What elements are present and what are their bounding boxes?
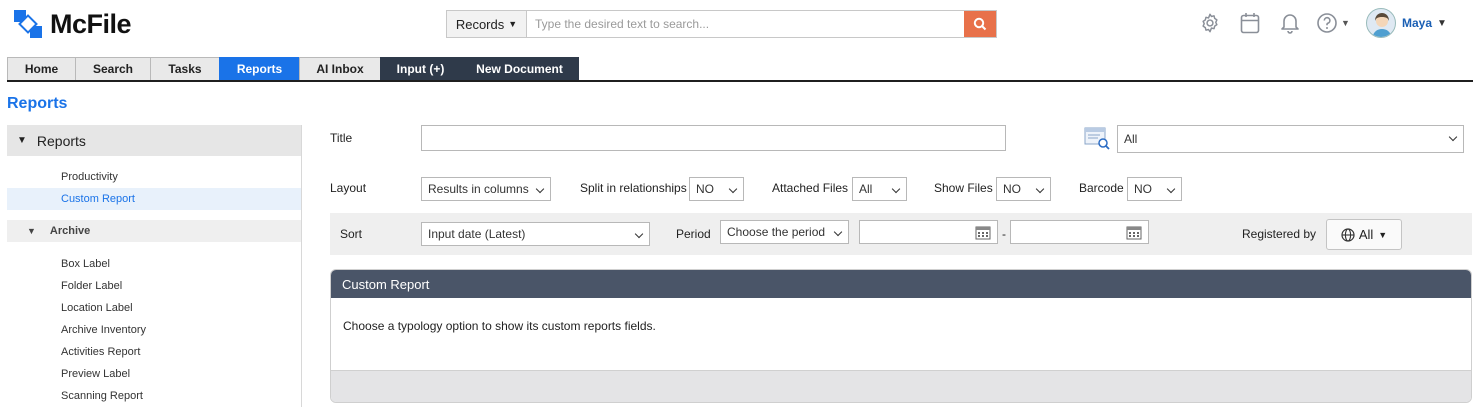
app-name: McFile [50,8,132,39]
date-separator: - [1002,227,1006,241]
custom-report-panel: Custom Report Choose a typology option t… [330,269,1472,403]
help-button[interactable]: ▼ [1310,9,1356,37]
show-files-label: Show Files [934,181,993,195]
start-date-input[interactable] [859,220,998,244]
search-icon [973,17,987,31]
globe-icon [1341,227,1355,242]
form-search-icon [1084,127,1110,150]
attached-files-select[interactable]: All [852,177,907,201]
calendar-icon[interactable] [975,225,991,240]
show-files-select[interactable]: NO [996,177,1051,201]
panel-message: Choose a typology option to show its cus… [343,319,656,333]
tab-new-document[interactable]: New Document [460,57,579,81]
top-bar: McFile Records ▼ Type the desired text t… [0,0,1480,52]
tab-tasks[interactable]: Tasks [150,57,219,81]
notifications-button[interactable] [1270,9,1310,37]
tab-reports[interactable]: Reports [219,57,299,81]
settings-button[interactable] [1190,9,1230,37]
user-menu[interactable]: Maya ▼ [1366,8,1447,38]
typology-select[interactable]: All [1117,125,1464,153]
bell-icon [1281,14,1299,34]
search-scope-label: Records [455,16,505,32]
caret-down-icon: ▼ [508,19,518,29]
tab-ai-inbox[interactable]: AI Inbox [299,57,380,81]
split-label: Split in relationships [580,181,687,195]
barcode-label: Barcode [1079,181,1124,195]
chevron-down-icon: ▼ [1378,229,1388,240]
sidebar-item-folder-label[interactable]: Folder Label [7,275,301,297]
sidebar-item-custom-report[interactable]: Custom Report [7,188,301,210]
typology-picker-button[interactable] [1084,126,1110,153]
attached-files-label: Attached Files [772,181,849,195]
period-select[interactable]: Choose the period [720,220,849,244]
sidebar-item-box-label[interactable]: Box Label [7,253,301,275]
sidebar-item-productivity[interactable]: Productivity [7,166,301,188]
chevron-down-icon: ▼ [1437,17,1447,29]
panel-footer [331,370,1471,402]
barcode-select[interactable]: NO [1127,177,1182,201]
sidebar-group-label: Archive [49,225,91,237]
page-title: Reports [7,95,68,112]
period-label: Period [676,227,711,241]
search-scope-dropdown[interactable]: Records ▼ [447,11,527,37]
sidebar-item-activities-report[interactable]: Activities Report [7,341,301,363]
triangle-down-icon: ▼ [27,226,36,236]
sidebar-group-archive[interactable]: ▼ Archive [7,220,301,242]
main-tabs: Home Search Tasks Reports AI Inbox Input… [7,57,579,81]
tab-search[interactable]: Search [75,57,150,81]
sidebar-item-preview-label[interactable]: Preview Label [7,363,301,385]
calendar-icon[interactable] [1126,225,1142,240]
sidebar: ▼ Reports Productivity Custom Report ▼ A… [7,125,302,407]
sidebar-item-archive-inventory[interactable]: Archive Inventory [7,319,301,341]
layout-label: Layout [330,181,367,195]
registered-by-label: Registered by [1242,227,1317,241]
title-input[interactable] [421,125,1006,151]
top-icons: ▼ Maya ▼ [1190,8,1447,38]
tab-input[interactable]: Input (+) [380,57,460,81]
sort-select[interactable]: Input date (Latest) [421,222,650,246]
split-select[interactable]: NO [689,177,744,201]
gear-icon [1202,13,1218,33]
calendar-icon [1240,13,1260,34]
sidebar-item-location-label[interactable]: Location Label [7,297,301,319]
search-button[interactable] [964,11,996,37]
chevron-down-icon: ▼ [1341,18,1350,28]
title-label: Title [330,131,353,145]
user-name: Maya [1402,16,1433,30]
tab-divider [7,80,1473,82]
app-logo[interactable]: McFile [12,8,132,40]
sidebar-header-label: Reports [36,132,86,149]
search-bar: Records ▼ [446,10,997,38]
mcfile-logo-icon [14,10,42,38]
sort-label: Sort [340,227,363,241]
registered-by-value: All [1358,227,1374,242]
help-icon [1317,13,1337,33]
sidebar-header-reports[interactable]: ▼ Reports [7,125,301,156]
layout-select[interactable]: Results in columns [421,177,551,201]
sidebar-item-scanning-report[interactable]: Scanning Report [7,385,301,407]
calendar-button[interactable] [1230,9,1270,37]
panel-title: Custom Report [331,270,1471,298]
search-input[interactable] [527,11,964,37]
tab-home[interactable]: Home [7,57,75,81]
avatar [1366,8,1396,38]
registered-by-button[interactable]: All ▼ [1326,219,1402,250]
end-date-input[interactable] [1010,220,1149,244]
triangle-down-icon: ▼ [17,135,27,146]
